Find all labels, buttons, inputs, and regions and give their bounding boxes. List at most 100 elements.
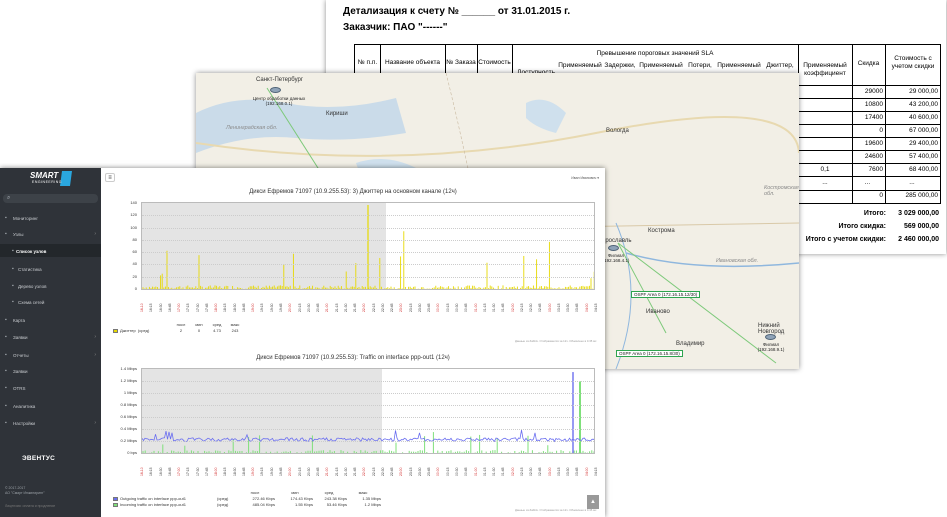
x-tick-label: 22:15 <box>371 467 376 477</box>
chevron-icon: › <box>94 420 96 426</box>
grid-line <box>142 393 594 394</box>
grid-line <box>142 252 594 254</box>
total-discount-value: 569 000,00 <box>903 223 939 230</box>
router-icon[interactable] <box>765 334 776 340</box>
sidebar-item-nodes[interactable]: ▪ Узлы › <box>0 227 101 240</box>
sidebar-item-map[interactable]: ▪ Карта <box>0 313 101 326</box>
legend-label: Incoming traffic on interface ppp-out1 <box>120 502 186 507</box>
ospf-link-label[interactable]: OSPF Area 0 (172.16.15.8/30) <box>616 350 683 357</box>
x-tick-label: 23:45 <box>427 303 432 313</box>
x-tick-label: 21:15 <box>334 303 339 313</box>
x-tick-label: 17:45 <box>204 467 209 477</box>
license-link[interactable]: Лицензия: оплата и продление <box>5 504 55 508</box>
sidebar-item-reports[interactable]: ▪ Отчеты › <box>0 348 101 361</box>
stat-header: сред <box>324 490 334 495</box>
sidebar-item-stats[interactable]: ▪ Статистика <box>0 262 101 275</box>
col-header-cost-disc: Стоимость с учетом скидки <box>891 55 935 70</box>
main-content: ≡ Иван Иванович ▾ Дикси Ефремов 71097 (1… <box>101 168 605 517</box>
x-tick-label: 17:30 <box>195 467 200 477</box>
scroll-to-top-button[interactable]: ▲ <box>587 495 599 509</box>
legend-swatch <box>113 328 118 333</box>
ospf-link-label[interactable]: OSPF Area 0 (172.16.15.12/30) <box>631 291 701 298</box>
chart-credit: Данные из Zabbix. Отображаются за 12ч. О… <box>515 339 597 343</box>
x-tick-label: 17:15 <box>186 303 191 313</box>
cell-discount: 17400 <box>864 114 883 121</box>
sidebar-item-events[interactable]: ▪ Заявки › <box>0 330 101 343</box>
sidebar-item-tree[interactable]: ▪ Дерево узлов <box>0 279 101 292</box>
y-tick-label: 0.2 Mbps <box>120 438 137 443</box>
x-tick-label: 00:30 <box>455 303 460 313</box>
chart-traffic-plot[interactable] <box>141 368 595 454</box>
grid-line <box>142 381 594 382</box>
x-tick-label: 00:45 <box>464 303 469 313</box>
x-tick-label: 23:30 <box>417 467 422 477</box>
user-menu[interactable]: Иван Иванович ▾ <box>571 176 599 180</box>
sidebar-item-tasks[interactable]: ▪ Заявки <box>0 364 101 377</box>
invoice-customer: Заказчик: ПАО "------" <box>343 22 448 33</box>
cell-total: 40 600,00 <box>909 114 938 121</box>
list-icon: ▪ <box>12 248 14 254</box>
col-header-applied: Применяемый <box>717 62 761 69</box>
sidebar-search-input[interactable]: ⌕ <box>3 194 98 203</box>
map-city-ivanovo: Иваново <box>646 309 670 315</box>
x-tick-label: 20:00 <box>288 303 293 313</box>
x-tick-label: 20:45 <box>316 467 321 477</box>
y-tick-label: 1 Mbps <box>123 390 137 395</box>
router-icon[interactable] <box>608 245 619 251</box>
router-icon[interactable] <box>270 87 281 93</box>
x-tick-label: 01:00 <box>473 303 478 313</box>
sidebar-item-label: Статистика <box>18 266 42 272</box>
sidebar-item-label: Схема сетей <box>18 299 45 305</box>
stat-header: мин <box>291 490 299 495</box>
x-tick-label: 22:15 <box>371 303 376 313</box>
monitor-icon: ▪ <box>5 215 7 221</box>
stat-value: 174.43 Kbps <box>290 496 313 501</box>
x-tick-label: 17:45 <box>204 303 209 313</box>
grid-line <box>142 405 594 406</box>
chart-jitter-plot[interactable] <box>141 202 595 290</box>
stat-value: 272.46 Kbps <box>252 496 275 501</box>
x-tick-label: 21:15 <box>334 467 339 477</box>
x-tick-label: 22:30 <box>380 303 385 313</box>
menu-toggle-button[interactable]: ≡ <box>105 173 115 182</box>
x-tick-label: 20:30 <box>306 303 311 313</box>
map-city-spb: Санкт-Петербург <box>256 77 304 83</box>
col-header-object: Название объекта <box>384 59 441 66</box>
x-tick-label: 23:15 <box>408 303 413 313</box>
tasks-icon: ▪ <box>5 368 7 374</box>
y-tick-label: 140 <box>130 200 137 205</box>
x-tick-label: 00:15 <box>445 303 450 313</box>
sidebar-item-list[interactable]: ▪ Список узлов <box>0 244 101 257</box>
x-tick-label: 18:15 <box>223 303 228 313</box>
map-region-kostroma: Костромская обл. <box>764 185 799 197</box>
sidebar-item-admin[interactable]: ▪ Аналитика <box>0 399 101 412</box>
x-tick-label: 18:30 <box>232 303 237 313</box>
cell-discount: 29000 <box>864 88 883 95</box>
sidebar-item-network[interactable]: ▪ Схема сетей <box>0 295 101 308</box>
sidebar-item-settings[interactable]: ▪ Настройки › <box>0 416 101 429</box>
grid-line <box>142 264 594 266</box>
x-tick-label: 03:45 <box>575 303 580 313</box>
sidebar-item-monitor[interactable]: ▪ Мониторинг <box>0 211 101 224</box>
copyright-company: АО "Смарт Инжиниринг" <box>5 491 45 495</box>
sidebar-item-otrs[interactable]: ▪ OTRS <box>0 381 101 394</box>
legend-swatch <box>113 496 118 501</box>
x-tick-label: 03:45 <box>575 467 580 477</box>
x-tick-label: 02:00 <box>510 303 515 313</box>
x-tick-label: 03:00 <box>547 303 552 313</box>
cell-total: 29 000,00 <box>909 88 938 95</box>
x-tick-label: 21:45 <box>353 467 358 477</box>
col-header-discount: Скидка <box>857 60 880 67</box>
x-tick-label: 16:30 <box>158 303 163 313</box>
x-tick-label: 20:45 <box>316 303 321 313</box>
stat-value: 1.35 Mbps <box>362 496 381 501</box>
x-tick-label: 19:30 <box>269 467 274 477</box>
screenshot-composite: Детализация к счету № ______ от 31.01.20… <box>0 0 947 517</box>
map-city-vladimir: Владимир <box>676 341 705 347</box>
x-tick-label: 19:45 <box>278 303 283 313</box>
stat-value: 53.46 Kbps <box>326 502 347 507</box>
app-logo[interactable]: SMART ENGINEERING <box>0 168 101 190</box>
x-tick-label: 03:30 <box>566 303 571 313</box>
stats-icon: ▪ <box>12 266 14 272</box>
map-region-ivanovo: Ивановская обл. <box>716 258 759 264</box>
